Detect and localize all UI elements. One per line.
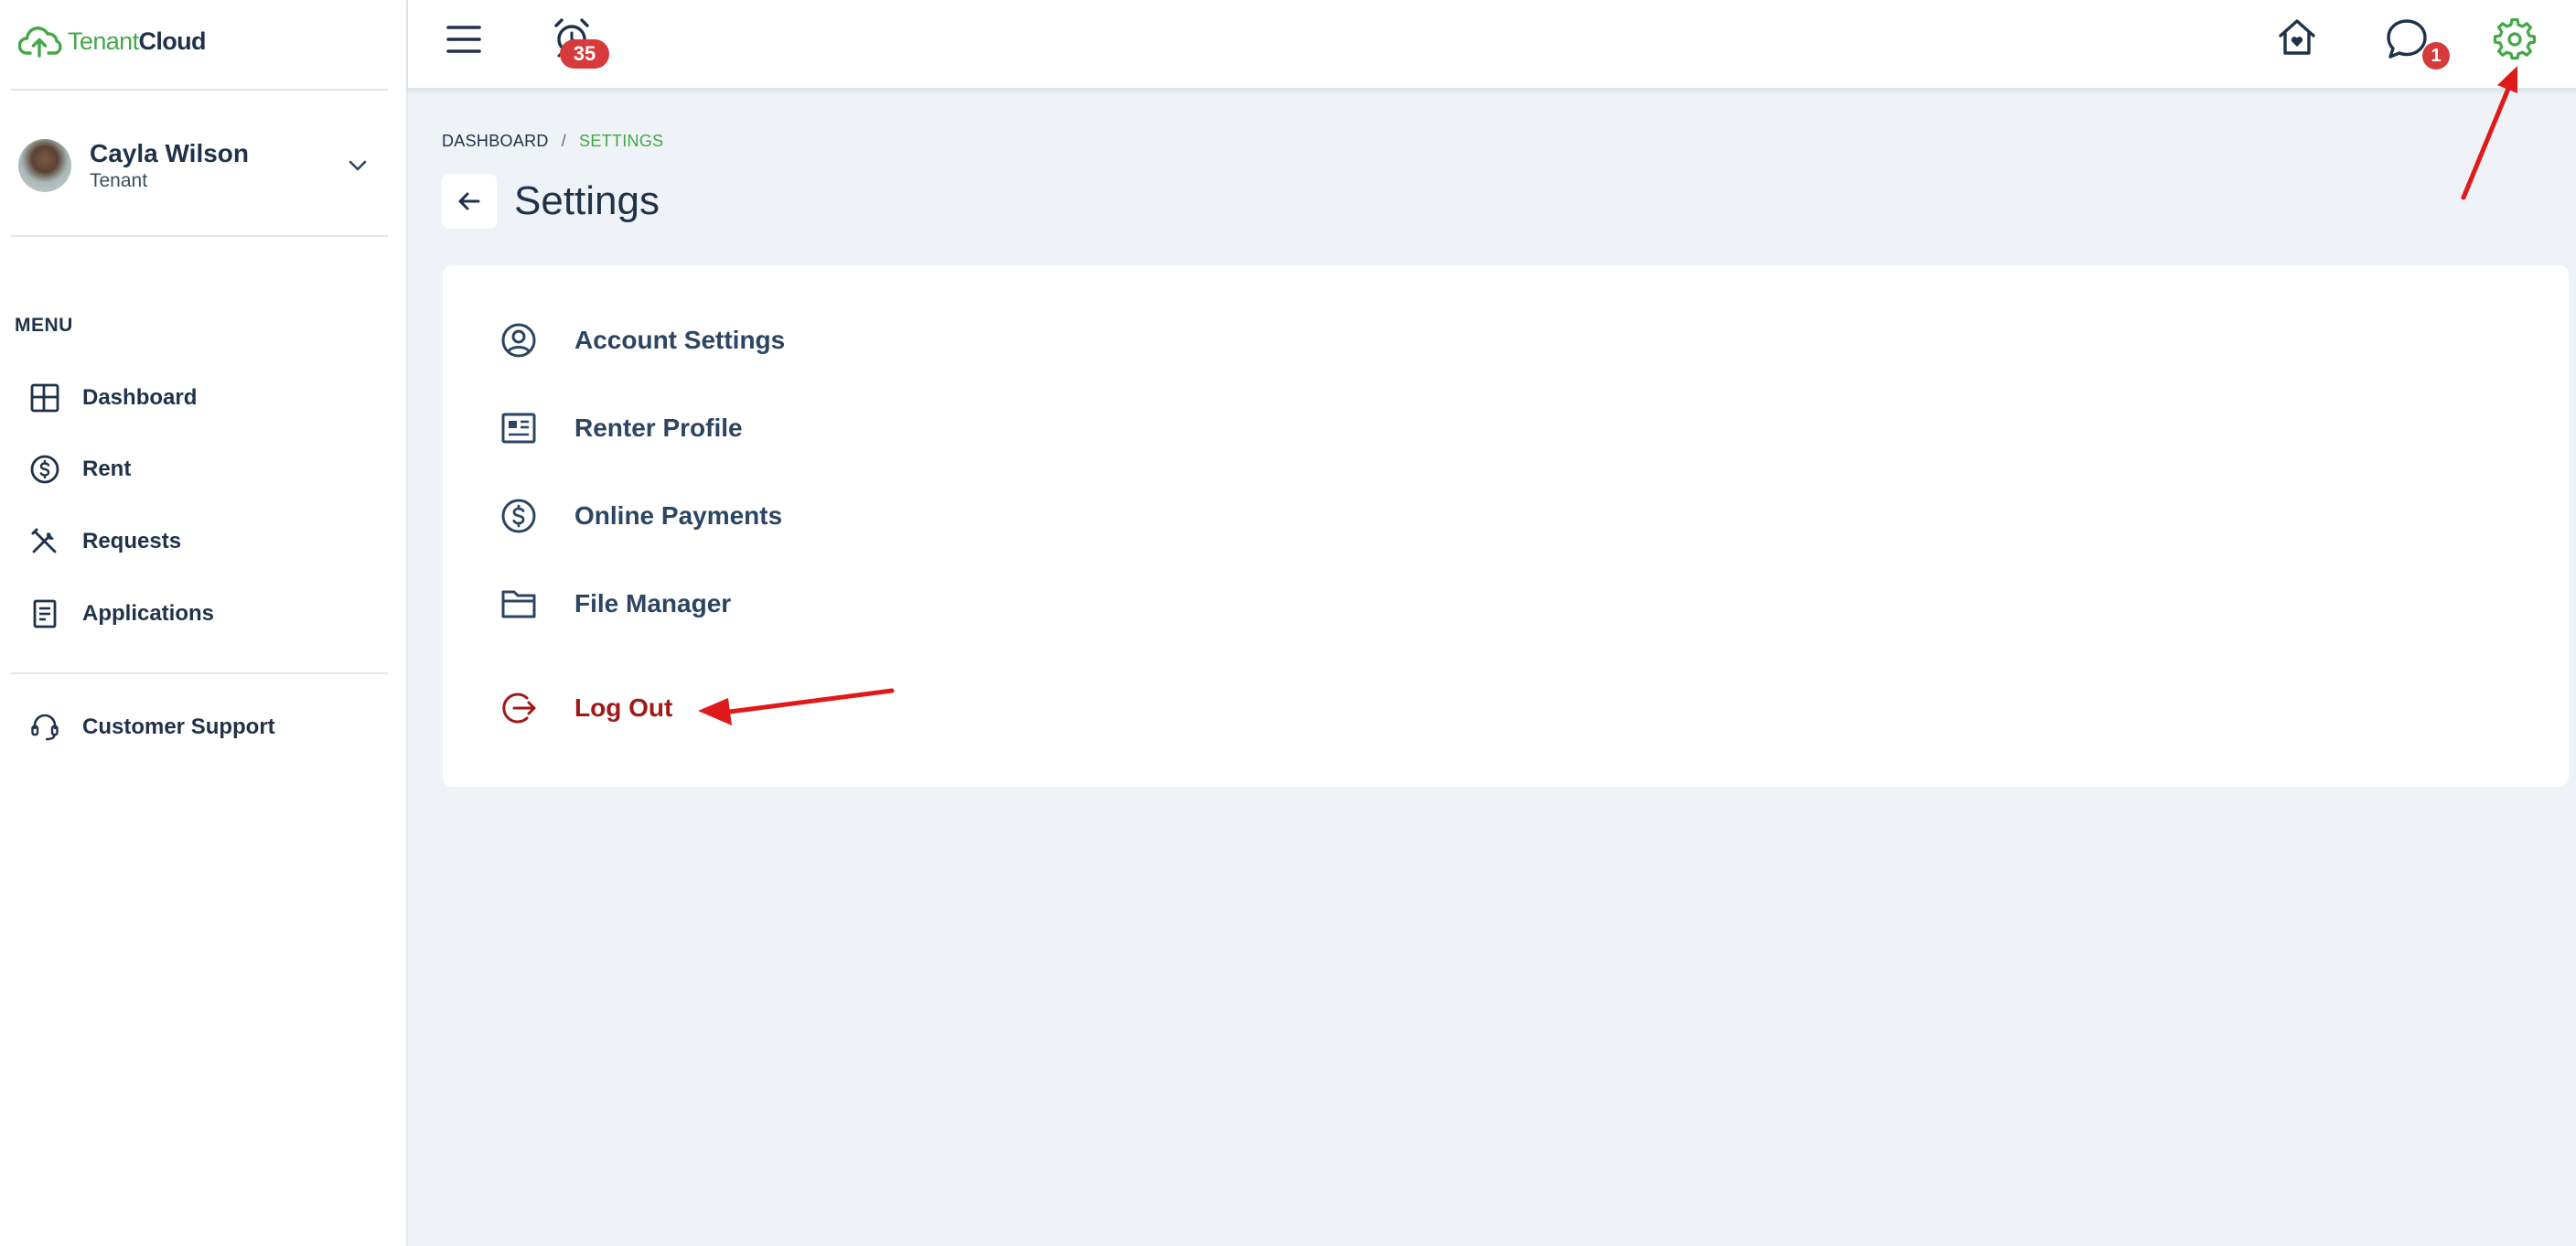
logo-text-cloud: Cloud — [138, 27, 206, 55]
settings-item-label: Log Out — [574, 693, 673, 722]
sidebar: TenantCloud Cayla Wilson Tenant MENU Das… — [0, 0, 408, 1246]
gear-icon[interactable] — [2494, 18, 2536, 60]
sidebar-item-label: Rent — [82, 457, 132, 481]
tenantcloud-logo[interactable]: TenantCloud — [18, 22, 207, 60]
sidebar-item-dashboard[interactable]: Dashboard — [29, 374, 386, 422]
sidebar-item-applications[interactable]: Applications — [29, 590, 386, 638]
sidebar-item-label: Dashboard — [82, 385, 198, 410]
breadcrumb-current: SETTINGS — [579, 132, 664, 150]
sidebar-item-label: Requests — [82, 529, 182, 553]
dashboard-grid-icon — [30, 383, 59, 413]
menu-heading: MENU — [15, 315, 73, 336]
profile-card-icon — [501, 413, 536, 444]
document-icon — [33, 599, 57, 628]
sidebar-divider — [11, 672, 388, 674]
breadcrumb-separator: / — [561, 132, 567, 150]
back-button[interactable] — [442, 174, 497, 229]
user-name: Cayla Wilson — [90, 138, 250, 167]
sidebar-divider — [11, 235, 388, 237]
home-heart-icon[interactable] — [2276, 16, 2318, 59]
breadcrumb-dashboard-link[interactable]: DASHBOARD — [442, 132, 549, 151]
settings-item-label: Account Settings — [574, 326, 786, 354]
user-info: Cayla Wilson Tenant — [90, 139, 249, 192]
settings-item-account-settings[interactable]: Account Settings — [499, 315, 1140, 366]
logout-icon — [502, 693, 536, 724]
top-bar: 35 1 — [408, 0, 2576, 90]
user-circle-icon — [501, 323, 536, 358]
settings-item-label: Online Payments — [574, 501, 783, 530]
breadcrumb: DASHBOARD / SETTINGS — [442, 132, 663, 151]
logo-text-tenant: Tenant — [68, 27, 139, 55]
sidebar-item-requests[interactable]: Requests — [29, 518, 386, 565]
arrow-left-icon — [458, 192, 480, 210]
settings-item-online-payments[interactable]: Online Payments — [499, 490, 1140, 542]
cloud-upload-icon — [18, 27, 62, 58]
settings-item-label: Renter Profile — [574, 414, 743, 442]
sidebar-divider — [11, 89, 388, 91]
settings-item-file-manager[interactable]: File Manager — [499, 578, 1140, 629]
page-title: Settings — [514, 178, 660, 223]
sidebar-item-rent[interactable]: Rent — [29, 446, 386, 493]
logo-text: TenantCloud — [68, 27, 207, 55]
sidebar-item-customer-support[interactable]: Customer Support — [29, 704, 386, 751]
chevron-down-icon[interactable] — [346, 154, 370, 177]
folder-icon — [501, 590, 536, 618]
user-profile-toggle[interactable]: Cayla Wilson Tenant — [18, 137, 384, 194]
avatar — [18, 139, 71, 192]
messages-count-badge: 1 — [2422, 42, 2450, 70]
settings-item-label: File Manager — [574, 589, 732, 618]
sidebar-item-label: Applications — [82, 601, 215, 626]
dollar-circle-icon — [501, 499, 536, 533]
headset-icon — [31, 714, 59, 741]
settings-menu-card: Account Settings Renter Profile Online P… — [443, 265, 2569, 787]
menu-icon[interactable] — [445, 20, 483, 59]
tools-icon — [31, 528, 57, 553]
logout-button[interactable]: Log Out — [499, 682, 1140, 734]
dollar-circle-icon — [30, 455, 59, 484]
user-role: Tenant — [90, 170, 148, 192]
notifications-count-badge: 35 — [560, 39, 609, 69]
sidebar-item-label: Customer Support — [82, 714, 275, 739]
settings-item-renter-profile[interactable]: Renter Profile — [499, 403, 1140, 454]
